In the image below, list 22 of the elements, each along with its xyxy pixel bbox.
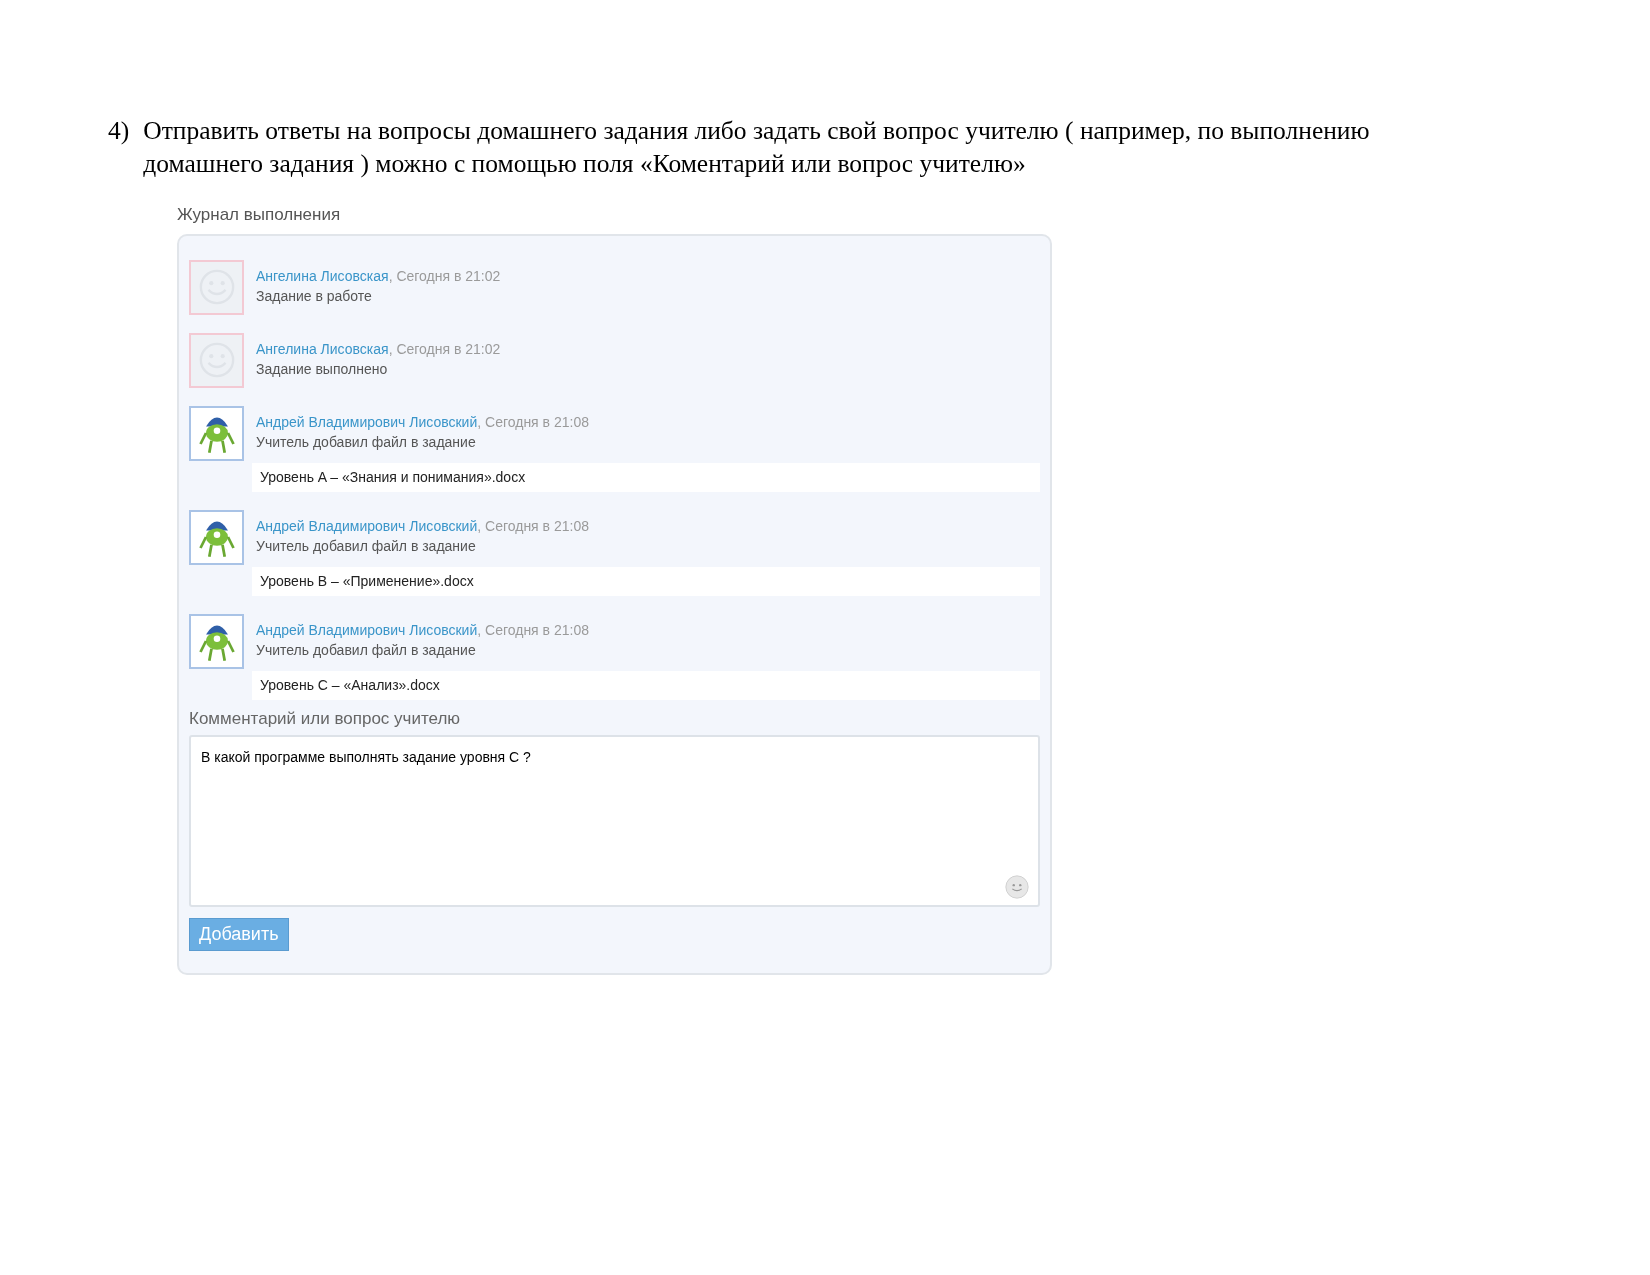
- entry-time: , Сегодня в 21:02: [388, 267, 501, 284]
- entry-action: Задание выполнено: [256, 359, 389, 379]
- journal-title: Журнал выполнения: [177, 204, 342, 226]
- attached-file-link[interactable]: Уровень B – «Применение».docx: [252, 566, 1040, 596]
- entry-time: , Сегодня в 21:02: [388, 340, 501, 357]
- instruction-paragraph: Отправить ответы на вопросы домашнего задания либо задать свой вопрос учителю ( например, по выполнению домашнего задания ) можно с помощью поля «Коментарий или вопрос учителю»: [143, 115, 1371, 180]
- author-link[interactable]: Ангелина Лисовская: [256, 340, 389, 357]
- smiley-icon[interactable]: [1004, 874, 1030, 900]
- entry-action: Учитель добавил файл в задание: [256, 640, 477, 660]
- entry-action: Задание в работе: [256, 286, 373, 306]
- entry-action: Учитель добавил файл в задание: [256, 536, 477, 556]
- comment-field[interactable]: В какой программе выполнять задание уровня С ?: [189, 735, 1040, 907]
- comment-label: Комментарий или вопрос учителю: [189, 707, 462, 730]
- entry-time: , Сегодня в 21:08: [477, 621, 589, 638]
- add-button[interactable]: Добавить: [189, 918, 289, 951]
- entry-action: Учитель добавил файл в задание: [256, 432, 477, 452]
- attached-file-link[interactable]: Уровень A – «Знания и понимания».docx: [252, 462, 1040, 492]
- entry-time: , Сегодня в 21:08: [477, 517, 589, 534]
- attached-file-link[interactable]: Уровень C – «Анализ».docx: [252, 670, 1040, 700]
- entry-time: , Сегодня в 21:08: [477, 413, 589, 430]
- list-number: 4): [108, 115, 130, 147]
- author-link[interactable]: Ангелина Лисовская: [256, 267, 389, 284]
